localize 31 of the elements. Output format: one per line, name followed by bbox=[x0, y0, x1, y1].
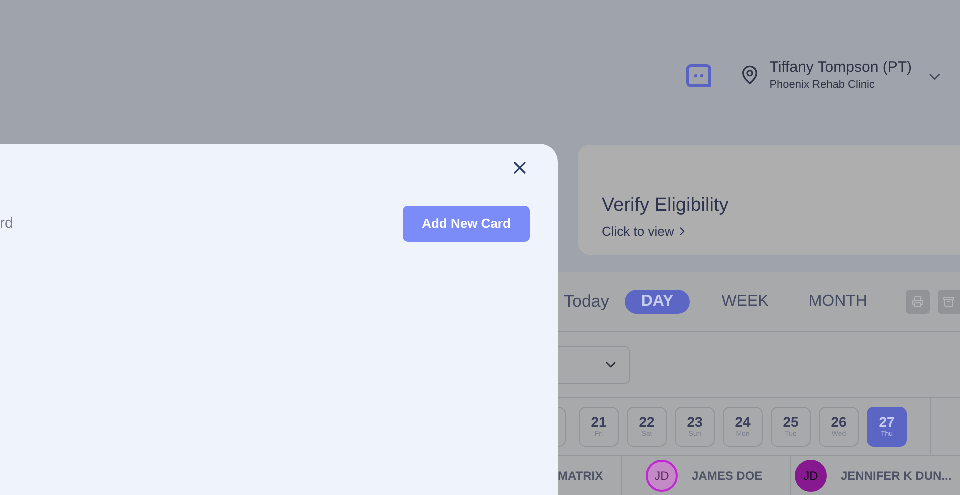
printer-icon bbox=[912, 296, 924, 308]
provider-name: JENNIFER K DUN... bbox=[841, 468, 952, 484]
clinic-name: Phoenix Rehab Clinic bbox=[770, 78, 876, 92]
print-button[interactable] bbox=[906, 290, 930, 314]
dropdown-field[interactable] bbox=[558, 346, 630, 384]
date-day: 27 bbox=[879, 414, 895, 430]
user-name: Tiffany Tompson (PT) bbox=[770, 58, 912, 78]
date-day: 25 bbox=[783, 414, 799, 430]
provider-name: JAMES DOE bbox=[692, 468, 763, 484]
view-tab[interactable]: MONTH bbox=[792, 290, 884, 314]
today-button[interactable]: Today bbox=[564, 288, 610, 314]
modal-text: rd bbox=[0, 214, 14, 234]
verify-eligibility-card[interactable]: Verify Eligibility Click to view bbox=[578, 145, 960, 255]
archive-icon bbox=[943, 296, 955, 308]
archive-button[interactable] bbox=[938, 290, 960, 314]
date-day: 22 bbox=[639, 414, 655, 430]
click-to-view-link[interactable]: Click to view bbox=[602, 222, 674, 241]
date-day: 24 bbox=[735, 414, 751, 430]
date-day: 21 bbox=[591, 414, 607, 430]
column-header: MATRIX bbox=[558, 468, 604, 484]
view-tab[interactable]: WEEK bbox=[706, 290, 785, 314]
date-day: 26 bbox=[831, 414, 847, 430]
view-tab[interactable]: DAY bbox=[625, 290, 690, 314]
avatar: JD bbox=[646, 460, 678, 492]
location-pin-icon bbox=[740, 65, 760, 85]
chat-icon[interactable] bbox=[686, 64, 712, 88]
date-chip[interactable] bbox=[558, 406, 566, 446]
avatar: JD bbox=[795, 460, 827, 492]
card-title: Verify Eligibility bbox=[602, 194, 730, 218]
date-day: 23 bbox=[687, 414, 703, 430]
add-new-card-button[interactable]: Add New Card bbox=[403, 206, 530, 242]
